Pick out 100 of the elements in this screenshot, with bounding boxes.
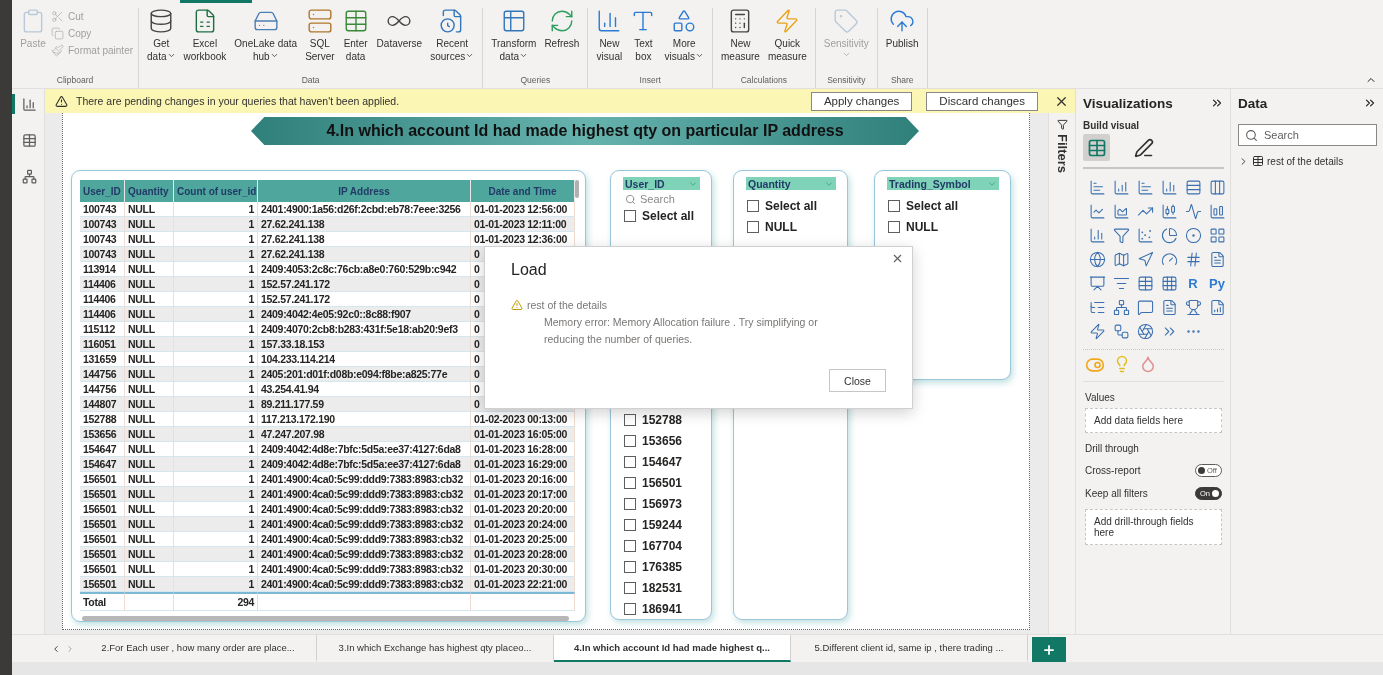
script-visual-button[interactable]: R bbox=[1188, 275, 1198, 291]
ribbon-button[interactable]: Text box bbox=[627, 8, 660, 63]
slicer-item[interactable]: 167704 bbox=[624, 535, 711, 556]
build-visual-tab[interactable] bbox=[1083, 134, 1110, 161]
workflow-icon[interactable] bbox=[1112, 322, 1130, 340]
filters-pane[interactable]: Filters bbox=[1048, 113, 1075, 634]
scrollbar[interactable] bbox=[82, 616, 569, 621]
area-chart-icon[interactable] bbox=[1112, 202, 1130, 220]
column-header[interactable]: Date and Time bbox=[471, 180, 575, 202]
checkbox[interactable] bbox=[624, 434, 636, 447]
drop-zone[interactable]: Add data fields here bbox=[1085, 408, 1222, 433]
slicer-item[interactable]: 154647 bbox=[624, 451, 711, 472]
add-page-button[interactable] bbox=[1032, 637, 1066, 662]
slicer-item[interactable]: 159244 bbox=[624, 514, 711, 535]
funnel-icon[interactable] bbox=[1112, 226, 1130, 244]
ribbon-button[interactable]: Recent sources bbox=[427, 8, 478, 63]
gauge-icon[interactable] bbox=[1160, 250, 1178, 268]
close-icon[interactable] bbox=[891, 252, 904, 265]
toggle-icon[interactable] bbox=[1085, 355, 1105, 375]
collapse-pane-icon[interactable] bbox=[1210, 96, 1224, 110]
slicer-item[interactable]: 182531 bbox=[624, 577, 711, 598]
script-visual-button[interactable]: Py bbox=[1209, 275, 1225, 291]
slicer-item[interactable]: 152788 bbox=[624, 409, 711, 430]
slicer-header[interactable]: Quantity bbox=[746, 177, 836, 190]
table-cell: 100743 bbox=[80, 202, 125, 217]
speech-bubble-icon[interactable] bbox=[1136, 298, 1154, 316]
checkbox[interactable] bbox=[888, 220, 900, 233]
map-icon[interactable] bbox=[1112, 250, 1130, 268]
checkbox[interactable] bbox=[624, 602, 636, 615]
ribbon-button[interactable]: Transform data bbox=[488, 8, 540, 63]
drop-zone[interactable]: Add drill-through fields here bbox=[1085, 509, 1222, 545]
slicer-item[interactable]: NULL bbox=[888, 216, 1010, 237]
ribbon-button[interactable]: SQL Server bbox=[302, 8, 338, 63]
search-field[interactable]: Search bbox=[1238, 124, 1377, 146]
checkbox[interactable] bbox=[624, 455, 636, 468]
matrix-icon[interactable] bbox=[1160, 274, 1178, 292]
arrow-icon[interactable] bbox=[1136, 250, 1154, 268]
ribbon-button[interactable]: Quick measure bbox=[764, 8, 810, 63]
slicer-item[interactable]: Select all bbox=[888, 195, 1010, 216]
slicer-item[interactable]: Select all bbox=[747, 195, 847, 216]
column-header[interactable]: Count of user_id bbox=[174, 180, 258, 202]
ribbon-button[interactable]: Dataverse bbox=[373, 8, 426, 50]
slicer-item[interactable]: 153656 bbox=[624, 430, 711, 451]
checkbox[interactable] bbox=[624, 413, 636, 426]
decomposition-tree-icon[interactable] bbox=[1112, 298, 1130, 316]
column-header[interactable]: Quantity bbox=[125, 180, 174, 202]
checkbox[interactable] bbox=[624, 560, 636, 573]
slicer-item[interactable]: 176385 bbox=[624, 556, 711, 577]
ribbon-button[interactable]: Refresh bbox=[541, 8, 583, 50]
notification-button[interactable]: Apply changes bbox=[810, 91, 913, 111]
checkbox[interactable] bbox=[624, 209, 636, 222]
trophy-icon[interactable] bbox=[1184, 298, 1202, 316]
line-chart-icon[interactable] bbox=[1088, 202, 1106, 220]
slicer-item[interactable]: NULL bbox=[747, 216, 847, 237]
slicer-item[interactable]: 156501 bbox=[624, 472, 711, 493]
pie-chart-icon[interactable] bbox=[1160, 226, 1178, 244]
checkbox[interactable] bbox=[747, 199, 759, 212]
slicer-search-field[interactable]: Search bbox=[625, 193, 700, 205]
checkbox[interactable] bbox=[747, 220, 759, 233]
column-header[interactable]: IP Address bbox=[258, 180, 471, 202]
ribbon-button[interactable]: New measure bbox=[718, 8, 763, 63]
slicer-header[interactable]: User_ID bbox=[623, 177, 700, 190]
checkbox[interactable] bbox=[624, 476, 636, 489]
checkbox[interactable] bbox=[624, 539, 636, 552]
ribbon-button[interactable]: OneLake data hub bbox=[231, 8, 301, 63]
checkbox[interactable] bbox=[888, 199, 900, 212]
stacked-column-chart-icon[interactable] bbox=[1112, 178, 1130, 196]
globe-icon[interactable] bbox=[1088, 250, 1106, 268]
document-icon[interactable] bbox=[1160, 298, 1178, 316]
clustered-bar-chart-icon[interactable] bbox=[1136, 178, 1154, 196]
ribbon-button[interactable]: Publish bbox=[882, 8, 922, 50]
tree-item[interactable]: rest of the details bbox=[1238, 155, 1377, 167]
scatter-chart-icon[interactable] bbox=[1136, 226, 1154, 244]
ribbon-button[interactable]: Get data bbox=[144, 8, 179, 63]
report-icon[interactable] bbox=[1208, 298, 1226, 316]
table-icon[interactable] bbox=[1136, 274, 1154, 292]
slicer-item[interactable]: 156973 bbox=[624, 493, 711, 514]
checkbox[interactable] bbox=[624, 497, 636, 510]
notification-button[interactable]: Discard changes bbox=[926, 91, 1038, 111]
ribbon-button[interactable]: Enter data bbox=[339, 8, 372, 63]
slicer-item[interactable]: Select all bbox=[624, 205, 711, 226]
bar-chart-icon[interactable] bbox=[1184, 178, 1202, 196]
stacked-bar-chart-icon[interactable] bbox=[1088, 178, 1106, 196]
lightning-icon[interactable] bbox=[1088, 322, 1106, 340]
scrollbar[interactable] bbox=[575, 180, 579, 198]
ribbon-button[interactable]: Excel workbook bbox=[180, 8, 230, 63]
slicer-header[interactable]: Trading_Symbol bbox=[887, 177, 999, 190]
slicer-item[interactable]: 186941 bbox=[624, 598, 711, 619]
page-tab[interactable]: 4.In which account Id had made highest q... bbox=[554, 635, 791, 662]
collapse-pane-icon[interactable] bbox=[1363, 96, 1377, 110]
close-button[interactable]: Close bbox=[829, 369, 886, 392]
checkbox[interactable] bbox=[624, 581, 636, 594]
column-chart-icon[interactable] bbox=[1160, 178, 1178, 196]
column-header[interactable]: User_ID bbox=[80, 180, 125, 202]
ribbon-button[interactable]: New visual bbox=[593, 8, 626, 63]
table-cell: 154647 bbox=[80, 457, 125, 472]
flower-icon[interactable] bbox=[1136, 322, 1154, 340]
checkbox[interactable] bbox=[624, 518, 636, 531]
ribbon-button[interactable]: More visuals bbox=[661, 8, 707, 63]
column-chart-icon[interactable] bbox=[1208, 178, 1226, 196]
